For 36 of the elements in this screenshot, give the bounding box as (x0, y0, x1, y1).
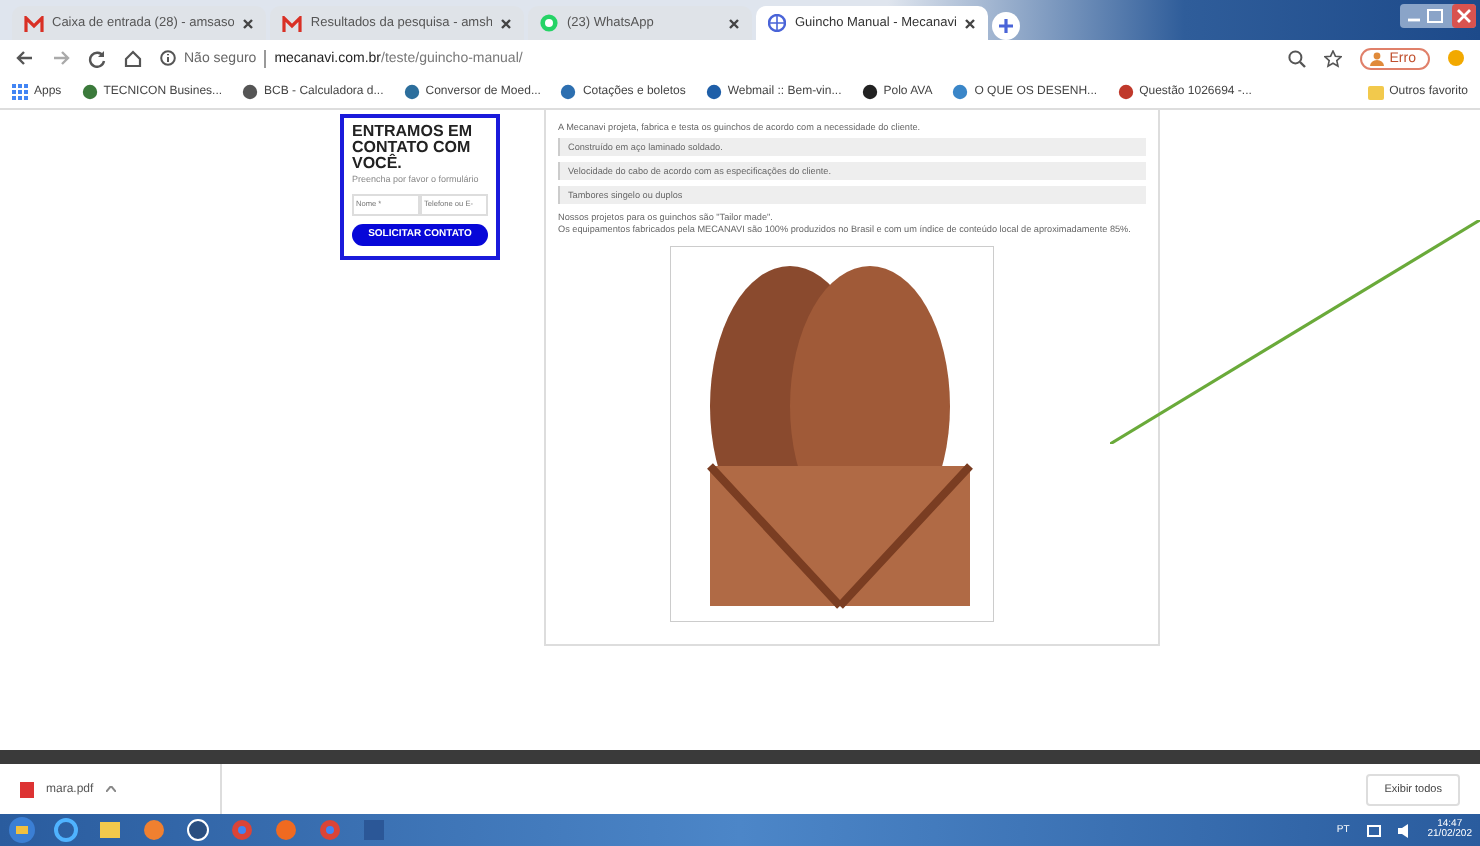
close-icon[interactable] (500, 17, 513, 29)
avatar-icon (1448, 50, 1464, 66)
mail-icon (24, 15, 44, 31)
chat-icon (540, 14, 559, 32)
new-tab-icon[interactable] (992, 12, 1021, 40)
zoom-icon[interactable] (1287, 49, 1306, 67)
globe-icon (768, 14, 787, 32)
mail-icon (282, 15, 303, 31)
site-favicon-icon (403, 84, 420, 100)
close-icon[interactable] (728, 17, 741, 29)
person-icon (1369, 51, 1384, 65)
folder-icon (1367, 85, 1384, 99)
home-icon[interactable] (124, 49, 142, 67)
folder-icon[interactable] (96, 816, 124, 844)
info-icon (160, 50, 176, 66)
globe-icon[interactable] (184, 816, 212, 844)
window-controls-icon[interactable] (1400, 4, 1476, 28)
pdf-file-icon (20, 781, 34, 797)
close-icon[interactable] (242, 17, 255, 29)
site-favicon-icon (1117, 84, 1134, 100)
caret-icon (105, 786, 116, 792)
site-favicon-icon (81, 84, 98, 100)
site-favicon-icon (861, 84, 878, 100)
speaker-icon[interactable] (1397, 823, 1412, 837)
reload-icon[interactable] (88, 49, 106, 67)
site-favicon-icon (952, 84, 969, 100)
star-icon[interactable] (1323, 49, 1342, 67)
network-icon[interactable] (1365, 823, 1382, 837)
site-favicon-icon (242, 84, 259, 100)
form-title: ENTRAMOS EM CONTATO COM VOCÊ. (352, 124, 474, 172)
back-arrow-icon[interactable] (16, 50, 34, 66)
site-favicon-icon (560, 84, 577, 100)
apps-grid-icon (12, 84, 28, 100)
start-orb-icon[interactable] (8, 816, 36, 844)
close-icon[interactable] (964, 17, 977, 29)
site-favicon-icon (705, 84, 722, 100)
